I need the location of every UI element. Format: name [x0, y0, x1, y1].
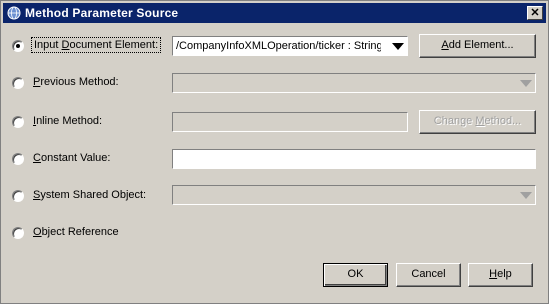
previous-method-select[interactable] [172, 73, 536, 93]
radio-constant-value[interactable] [12, 153, 24, 165]
system-shared-object-select[interactable] [172, 185, 536, 205]
title-bar: Method Parameter Source ✕ [3, 3, 546, 23]
chevron-down-icon [520, 80, 532, 87]
help-button[interactable]: Help [468, 263, 533, 287]
constant-value-input[interactable] [172, 149, 536, 169]
radio-input-document-element[interactable] [12, 40, 24, 52]
dialog-window: Method Parameter Source ✕ Input Document… [0, 0, 549, 304]
label-system-shared-object: System Shared Object: [33, 189, 147, 201]
label-inline-method: Inline Method: [33, 115, 103, 127]
chevron-down-icon [520, 192, 532, 199]
window-title: Method Parameter Source [25, 6, 179, 20]
radio-previous-method[interactable] [12, 77, 24, 89]
label-previous-method: Previous Method: [33, 76, 119, 88]
add-element-button[interactable]: Add Element... [419, 34, 536, 58]
radio-selected-dot [16, 44, 20, 48]
chevron-down-icon [392, 43, 404, 50]
input-document-element-value: /CompanyInfoXMLOperation/ticker : String [176, 40, 381, 52]
radio-object-reference[interactable] [12, 227, 24, 239]
label-constant-value: Constant Value: [33, 152, 111, 164]
close-button[interactable]: ✕ [527, 6, 543, 20]
label-input-document-element: Input Document Element: [30, 37, 162, 53]
change-method-button[interactable]: Change Method... [419, 110, 536, 134]
cancel-button[interactable]: Cancel [396, 263, 461, 287]
input-document-element-select[interactable]: /CompanyInfoXMLOperation/ticker : String [172, 36, 408, 56]
label-object-reference: Object Reference [33, 226, 119, 238]
radio-system-shared-object[interactable] [12, 190, 24, 202]
ok-button[interactable]: OK [323, 263, 388, 287]
inline-method-field[interactable] [172, 112, 408, 132]
app-globe-icon [7, 6, 21, 20]
close-icon: ✕ [530, 7, 540, 19]
radio-inline-method[interactable] [12, 116, 24, 128]
